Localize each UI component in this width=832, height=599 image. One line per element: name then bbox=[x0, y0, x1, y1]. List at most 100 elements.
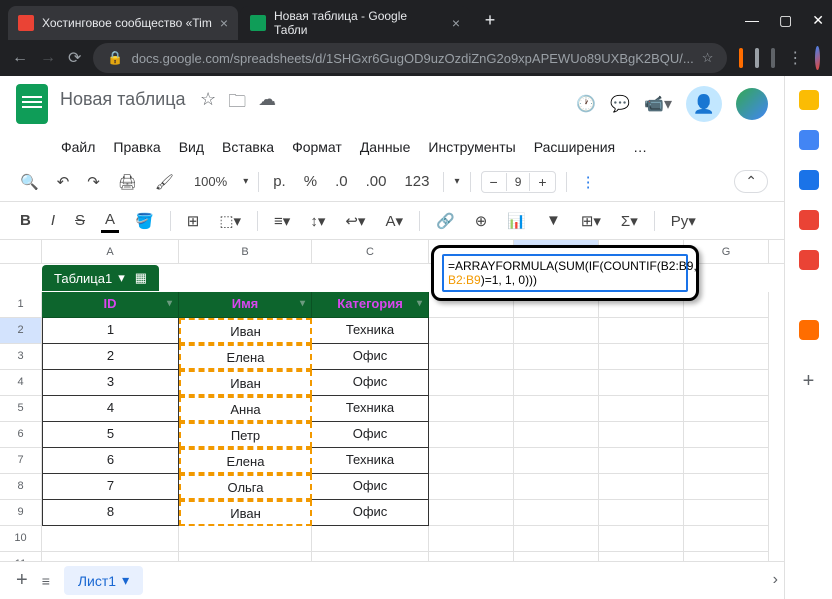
more-toolbar-icon[interactable]: ⋮ bbox=[577, 171, 600, 193]
redo-button[interactable]: ↷ bbox=[83, 171, 104, 193]
formula-editor[interactable]: =ARRAYFORMULA(SUM(IF(COUNTIF(B2:B9, B2:B… bbox=[431, 245, 699, 301]
text-color-button[interactable]: A bbox=[101, 209, 119, 233]
cell[interactable]: Техника bbox=[312, 396, 429, 422]
cell[interactable] bbox=[514, 448, 599, 474]
col-header-c[interactable]: C bbox=[312, 240, 429, 263]
all-sheets-button[interactable]: ≡ bbox=[42, 573, 50, 589]
number-format-button[interactable]: 123 bbox=[400, 171, 433, 192]
cell[interactable]: Офис bbox=[312, 422, 429, 448]
cell[interactable]: 8 bbox=[42, 500, 179, 526]
cell[interactable]: 4 bbox=[42, 396, 179, 422]
keep-icon[interactable] bbox=[799, 130, 819, 150]
zoom-select[interactable]: 100% bbox=[188, 172, 233, 191]
cell[interactable] bbox=[429, 526, 514, 552]
cell[interactable] bbox=[312, 526, 429, 552]
menu-icon[interactable]: ⋮ bbox=[787, 48, 803, 68]
cell[interactable] bbox=[684, 500, 769, 526]
col-header-a[interactable]: A bbox=[42, 240, 179, 263]
cell[interactable]: Офис bbox=[312, 370, 429, 396]
get-addons-button[interactable]: + bbox=[803, 370, 815, 393]
cell[interactable] bbox=[429, 552, 514, 561]
fill-color-button[interactable]: 🪣 bbox=[131, 210, 158, 232]
language-button[interactable]: Ру▾ bbox=[667, 210, 700, 232]
filter-views-button[interactable]: ⊞▾ bbox=[577, 210, 605, 232]
dec-increase-button[interactable]: .00 bbox=[362, 171, 391, 192]
cell[interactable]: 1 bbox=[42, 318, 179, 344]
cell[interactable]: Техника bbox=[312, 448, 429, 474]
menu-data[interactable]: Данные bbox=[353, 135, 418, 159]
cell[interactable] bbox=[599, 318, 684, 344]
cell[interactable] bbox=[599, 370, 684, 396]
cell[interactable] bbox=[429, 396, 514, 422]
cell[interactable]: Офис bbox=[312, 474, 429, 500]
cell[interactable]: Иван bbox=[179, 370, 312, 396]
cell[interactable]: Анна bbox=[179, 396, 312, 422]
cell[interactable]: Офис bbox=[312, 344, 429, 370]
cell[interactable] bbox=[429, 370, 514, 396]
italic-button[interactable]: I bbox=[47, 210, 59, 231]
profile-avatar[interactable] bbox=[815, 46, 820, 70]
cell[interactable] bbox=[514, 474, 599, 500]
row-header[interactable]: 7 bbox=[0, 448, 42, 474]
menu-extensions[interactable]: Расширения bbox=[527, 135, 622, 159]
cell[interactable] bbox=[429, 422, 514, 448]
menu-tools[interactable]: Инструменты bbox=[421, 135, 522, 159]
currency-button[interactable]: р. bbox=[269, 171, 290, 192]
history-icon[interactable]: 🕐 bbox=[576, 94, 596, 114]
row-header[interactable]: 2 bbox=[0, 318, 42, 344]
chart-button[interactable]: 📊 bbox=[503, 210, 530, 232]
table-chip[interactable]: Таблица1 ▾ ▦ bbox=[42, 265, 159, 291]
link-button[interactable]: 🔗 bbox=[432, 210, 459, 232]
cell[interactable]: 6 bbox=[42, 448, 179, 474]
wrap-button[interactable]: ↩▾ bbox=[341, 210, 369, 232]
cell[interactable] bbox=[599, 500, 684, 526]
addon-icon[interactable] bbox=[799, 320, 819, 340]
calendar-icon[interactable] bbox=[799, 90, 819, 110]
cell[interactable] bbox=[514, 422, 599, 448]
table-header-cell[interactable]: ID bbox=[42, 292, 179, 318]
extension-icon-2[interactable] bbox=[755, 48, 759, 68]
percent-button[interactable]: % bbox=[300, 171, 321, 192]
cell[interactable] bbox=[599, 448, 684, 474]
paint-format-button[interactable]: 🖌 bbox=[151, 171, 178, 193]
cell[interactable] bbox=[179, 526, 312, 552]
row-header[interactable]: 3 bbox=[0, 344, 42, 370]
cell[interactable] bbox=[599, 344, 684, 370]
functions-button[interactable]: Σ▾ bbox=[617, 210, 642, 232]
cell[interactable] bbox=[684, 552, 769, 561]
strike-button[interactable]: S bbox=[71, 210, 89, 231]
browser-tab-2[interactable]: Новая таблица - Google Табли × bbox=[240, 6, 470, 40]
doc-name[interactable]: Новая таблица bbox=[60, 89, 186, 109]
cell[interactable]: 2 bbox=[42, 344, 179, 370]
extensions-menu-icon[interactable] bbox=[771, 48, 775, 68]
rotate-button[interactable]: A▾ bbox=[381, 210, 407, 232]
reload-button[interactable]: ⟳ bbox=[68, 48, 81, 68]
cell[interactable] bbox=[514, 318, 599, 344]
font-size-increase[interactable]: + bbox=[530, 172, 554, 192]
cell[interactable] bbox=[429, 500, 514, 526]
cell[interactable]: Иван bbox=[179, 500, 312, 526]
cell[interactable]: Петр bbox=[179, 422, 312, 448]
cell[interactable] bbox=[429, 344, 514, 370]
menu-insert[interactable]: Вставка bbox=[215, 135, 281, 159]
search-menu-icon[interactable]: 🔍 bbox=[16, 171, 43, 193]
row-header[interactable]: 1 bbox=[0, 292, 42, 318]
cell[interactable] bbox=[514, 344, 599, 370]
table-header-cell[interactable]: Категория bbox=[312, 292, 429, 318]
cell[interactable] bbox=[599, 422, 684, 448]
cell[interactable] bbox=[684, 474, 769, 500]
meet-icon[interactable]: 📹▾ bbox=[644, 94, 672, 114]
cell[interactable] bbox=[514, 370, 599, 396]
menu-format[interactable]: Формат bbox=[285, 135, 349, 159]
tasks-icon[interactable] bbox=[799, 170, 819, 190]
menu-view[interactable]: Вид bbox=[172, 135, 211, 159]
filter-button[interactable]: ▼ bbox=[542, 210, 565, 231]
new-tab-button[interactable]: + bbox=[476, 6, 504, 34]
dec-decrease-button[interactable]: .0 bbox=[331, 171, 352, 192]
sheet-tab[interactable]: Лист1 ▾ bbox=[64, 566, 143, 595]
row-header[interactable]: 5 bbox=[0, 396, 42, 422]
star-icon[interactable]: ☆ bbox=[702, 50, 714, 66]
cell[interactable] bbox=[42, 552, 179, 561]
row-header[interactable]: 8 bbox=[0, 474, 42, 500]
menu-edit[interactable]: Правка bbox=[106, 135, 167, 159]
